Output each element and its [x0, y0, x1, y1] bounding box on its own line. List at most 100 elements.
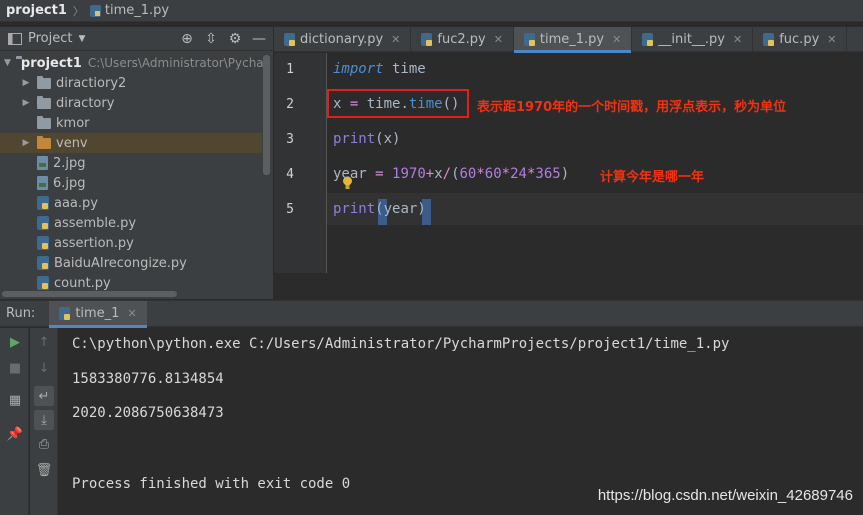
collapse-arrow-icon[interactable]: ▶ [20, 138, 32, 148]
close-icon[interactable]: ✕ [494, 33, 503, 46]
collapse-all-icon[interactable]: ⇳ [203, 30, 219, 48]
tree-item[interactable]: BaiduAIrecongize.py [0, 253, 262, 273]
tree-item-label: count.py [54, 275, 111, 291]
run-toolbar-secondary: ↑ ↓ ↵ ⤓ ⎙ 🗑 [30, 328, 58, 515]
tree-item[interactable]: kmor [0, 113, 262, 133]
tree-horizontal-scrollbar[interactable] [2, 291, 177, 297]
tree-item[interactable]: ▶ venv [0, 133, 262, 153]
python-file-icon [523, 33, 535, 46]
layout-icon[interactable]: ▦ [5, 390, 25, 410]
close-icon[interactable]: ✕ [127, 307, 136, 320]
python-file-icon [89, 4, 101, 17]
line-number: 3 [286, 132, 294, 147]
code-line-1[interactable]: import time [333, 61, 426, 77]
gear-icon[interactable]: ⚙ [227, 30, 243, 48]
close-icon[interactable]: ✕ [733, 33, 742, 46]
stop-icon[interactable]: ■ [5, 358, 25, 378]
breadcrumb-project[interactable]: project1 [6, 3, 67, 18]
python-file-icon [763, 33, 775, 46]
tree-item-label: diractiory2 [56, 75, 127, 91]
arrow-down-icon[interactable]: ↓ [34, 358, 54, 378]
tree-item-label: venv [56, 135, 88, 151]
editor-tab[interactable]: dictionary.py ✕ [274, 27, 412, 52]
number-literal: 365 [535, 166, 561, 182]
collapse-arrow-icon[interactable]: ▶ [20, 98, 32, 108]
tree-item-label: 6.jpg [53, 175, 86, 191]
tree-item[interactable]: ▶ diractory [0, 93, 262, 113]
code-editor[interactable]: 1 2 3 4 5 import time x = time.time() 表示… [274, 53, 863, 299]
operator: = [375, 166, 384, 182]
tree-item[interactable]: count.py [0, 273, 262, 293]
folder-icon [37, 75, 51, 89]
editor-tab[interactable]: __init__.py ✕ [632, 27, 754, 52]
run-icon[interactable]: ▶ [5, 332, 25, 352]
run-console[interactable]: C:\python\python.exe C:/Users/Administra… [59, 328, 863, 515]
operator: + [425, 166, 435, 182]
editor-tab[interactable]: fuc.py ✕ [753, 27, 848, 52]
tree-vertical-scrollbar[interactable] [263, 55, 270, 175]
close-icon[interactable]: ✕ [827, 33, 836, 46]
breadcrumb-file[interactable]: time_1.py [105, 3, 169, 18]
code-text: ) [560, 166, 570, 182]
image-file-icon [37, 176, 48, 190]
tree-item[interactable]: assertion.py [0, 233, 262, 253]
editor-tab-bar: dictionary.py ✕ fuc2.py ✕ time_1.py ✕ __init__… [274, 27, 863, 53]
editor-tab[interactable]: fuc2.py ✕ [411, 27, 514, 52]
operator: / [442, 166, 452, 182]
line-number: 1 [286, 62, 294, 77]
tree-item[interactable]: ▼ project1 C:\Users\Administrator\Pychar [0, 53, 269, 73]
run-toolbar-primary: ▶ ■ ▦ 📌 [0, 328, 29, 515]
tree-item[interactable]: 2.jpg [0, 153, 262, 173]
editor-tab[interactable]: time_1.py ✕ [513, 27, 633, 53]
tree-item[interactable]: aaa.py [0, 193, 262, 213]
keyword-import: import [333, 61, 384, 77]
soft-wrap-icon[interactable]: ↵ [34, 386, 54, 406]
hide-panel-icon[interactable]: — [251, 30, 267, 48]
code-line-5[interactable]: print(year) [333, 201, 426, 217]
editor-tab-label: dictionary.py [300, 32, 384, 47]
project-view-label[interactable]: Project [28, 31, 72, 46]
close-icon[interactable]: ✕ [391, 33, 400, 46]
collapse-arrow-icon[interactable]: ▶ [20, 78, 32, 88]
tree-item[interactable]: 6.jpg [0, 173, 262, 193]
annotation-line-4: 计算今年是哪一年 [600, 170, 705, 185]
breadcrumb-separator-icon: 〉 [72, 4, 84, 18]
watermark: https://blog.csdn.net/weixin_42689746 [597, 487, 853, 504]
console-line: 1583380776.8134854 [72, 371, 224, 387]
tree-item-label: assertion.py [54, 235, 134, 251]
folder-icon [37, 115, 51, 129]
tree-item-label: kmor [56, 115, 90, 131]
python-file-icon [421, 33, 433, 46]
annotation-line-2: 表示距1970年的一个时间戳，用浮点表示，秒为单位 [477, 100, 787, 115]
chevron-down-icon[interactable]: ▼ [78, 34, 85, 44]
scroll-to-end-icon[interactable]: ⤓ [34, 410, 54, 430]
image-file-icon [37, 156, 48, 170]
arrow-up-icon[interactable]: ↑ [34, 332, 54, 352]
python-file-icon [642, 33, 654, 46]
locate-target-icon[interactable]: ⊕ [179, 30, 195, 48]
number-literal: 60 [459, 166, 477, 182]
python-file-icon [37, 256, 49, 270]
code-text: year [383, 201, 418, 217]
project-panel-header: Project ▼ ⊕ ⇳ ⚙ — [0, 27, 273, 51]
print-icon[interactable]: ⎙ [34, 434, 54, 454]
tree-item[interactable]: ▶ diractiory2 [0, 73, 262, 93]
pin-icon[interactable]: 📌 [5, 424, 25, 444]
expand-arrow-icon[interactable]: ▼ [4, 58, 11, 68]
close-icon[interactable]: ✕ [612, 33, 621, 46]
run-tab[interactable]: time_1 ✕ [49, 300, 148, 328]
code-text: ) [417, 201, 426, 217]
project-view-icon [8, 32, 22, 45]
project-tree: ▼ project1 C:\Users\Administrator\Pychar ▶ d… [0, 53, 269, 293]
run-label: Run: [6, 306, 36, 321]
folder-icon [37, 95, 51, 109]
operator: * [476, 166, 485, 182]
tree-item[interactable]: assemble.py [0, 213, 262, 233]
code-text: ( [375, 201, 384, 217]
code-line-4[interactable]: year = 1970+x/(60*60*24*365) [333, 166, 569, 182]
python-file-icon [37, 216, 49, 230]
number-literal: 24 [510, 166, 527, 182]
trash-icon[interactable]: 🗑 [34, 460, 54, 480]
code-line-3[interactable]: print(x) [333, 131, 400, 147]
tree-item-label: aaa.py [54, 195, 98, 211]
